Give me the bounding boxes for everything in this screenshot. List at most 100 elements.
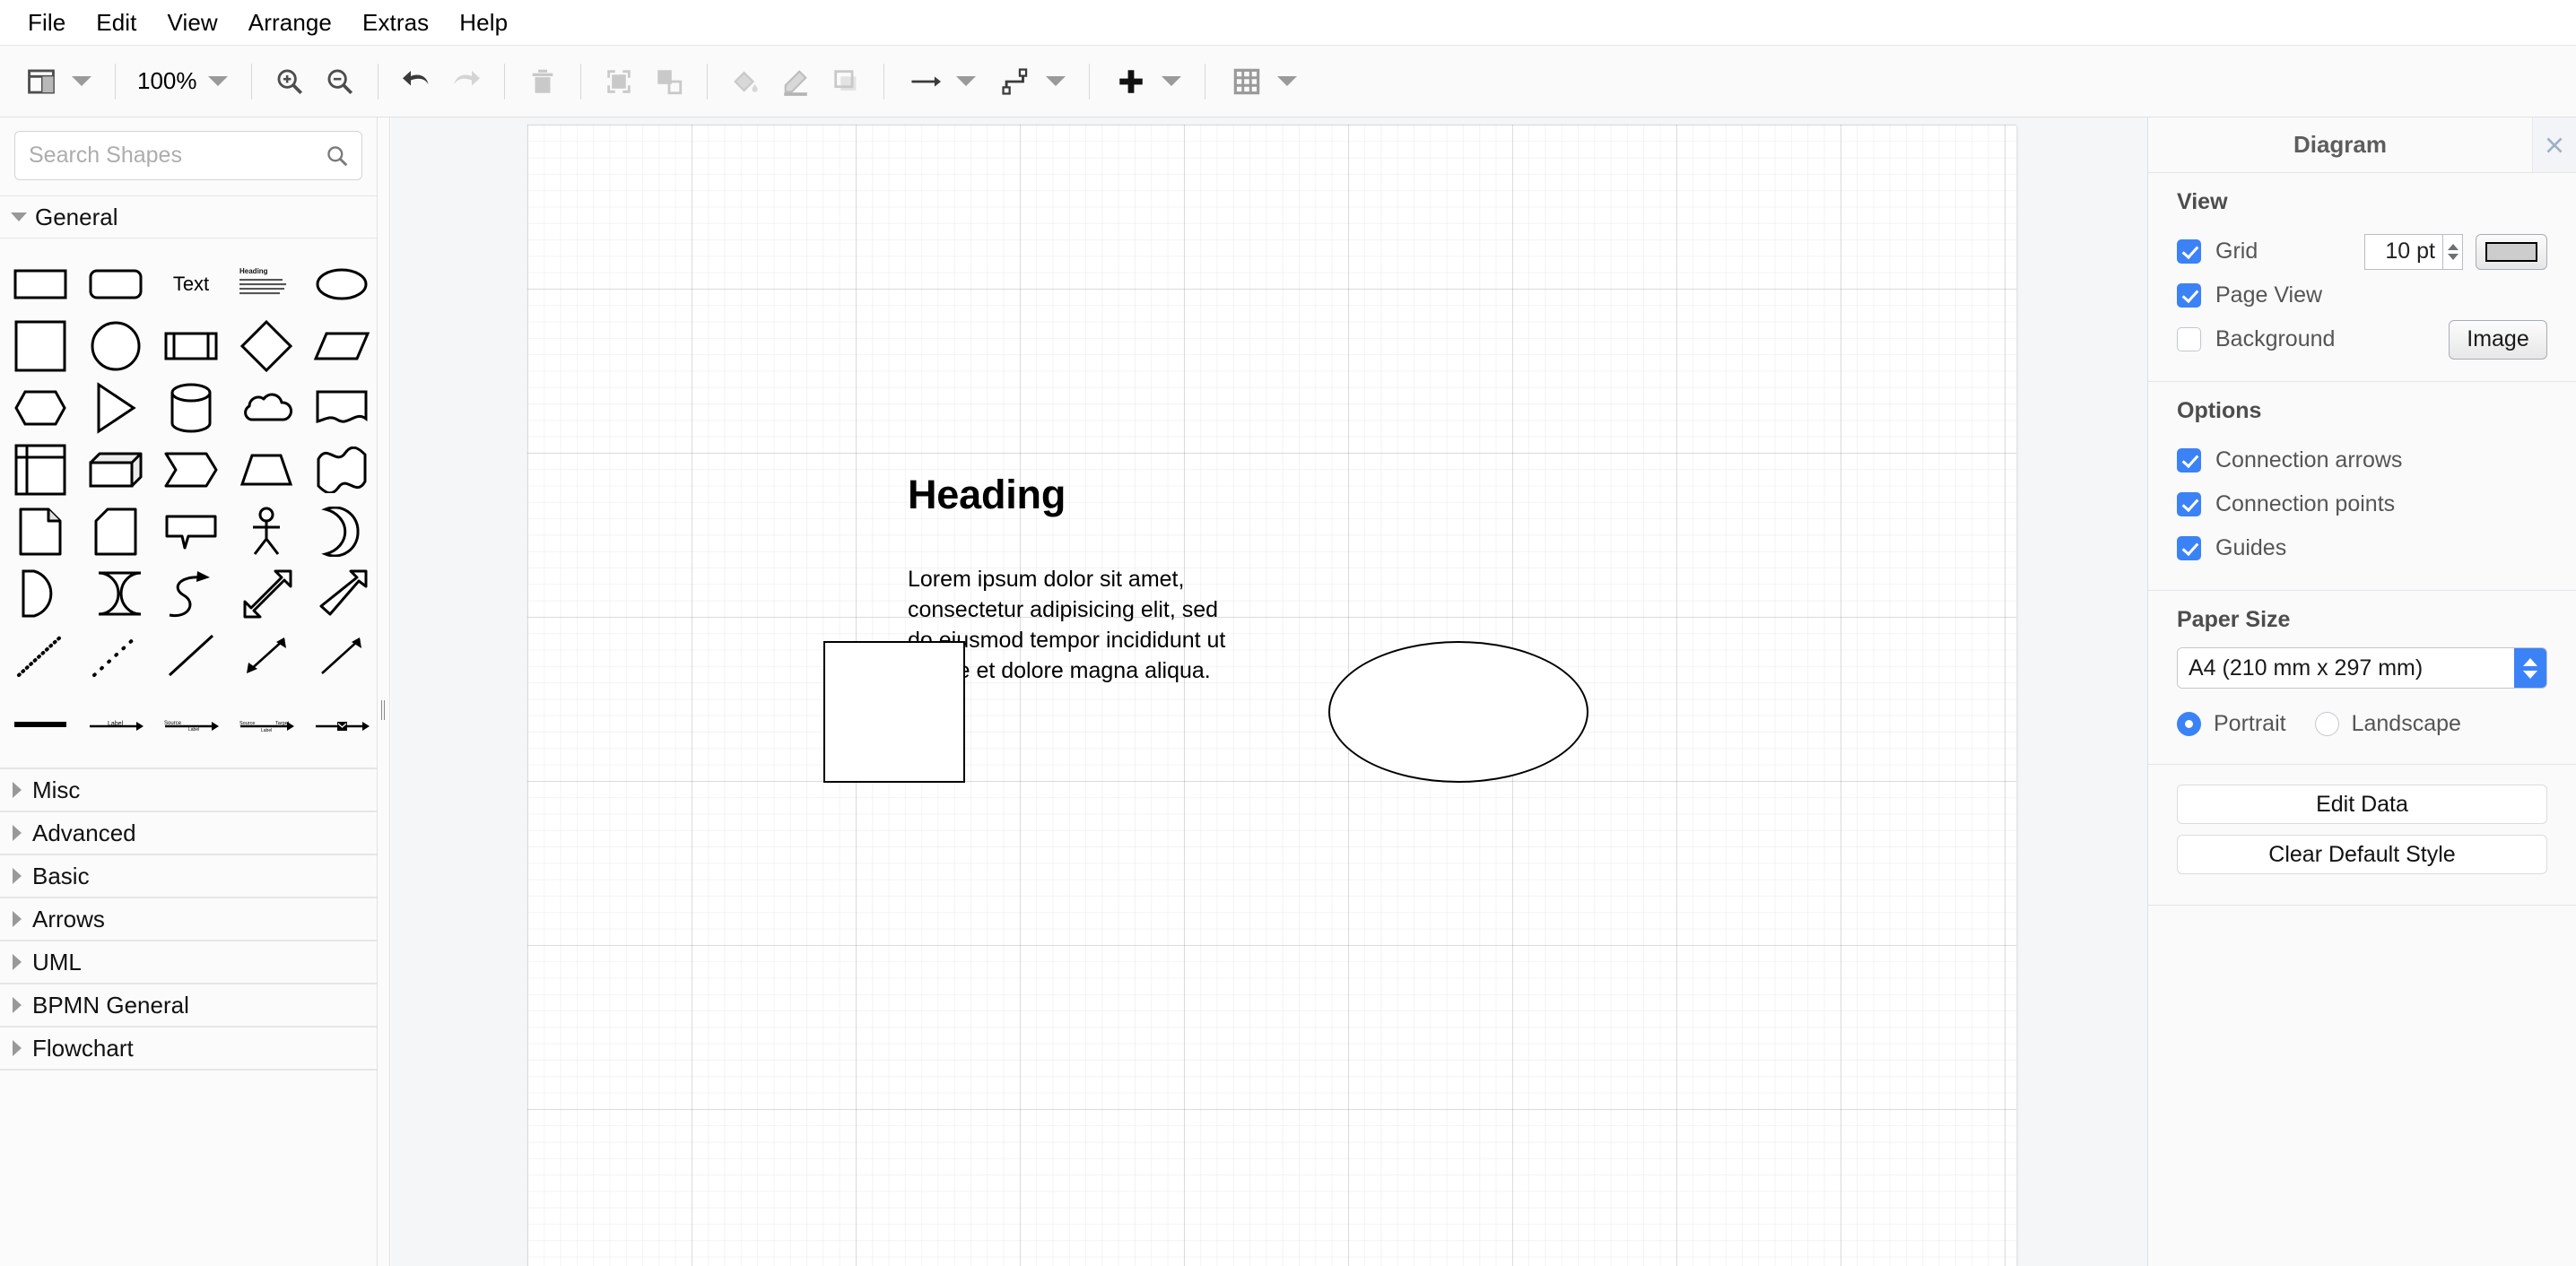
shape-edge-with-symbol[interactable] xyxy=(310,693,373,755)
grid-row: Grid xyxy=(2177,230,2547,273)
shape-text[interactable]: Text xyxy=(160,253,222,315)
menu-help[interactable]: Help xyxy=(444,5,523,40)
shape-rectangle[interactable] xyxy=(9,253,72,315)
shape-edge-source-target-label[interactable]: Source Label Target xyxy=(235,693,298,755)
chevron-down-icon xyxy=(1276,76,1297,86)
zoom-dropdown[interactable]: 100% xyxy=(128,56,239,107)
shape-ellipse[interactable] xyxy=(310,253,373,315)
shape-step[interactable] xyxy=(160,438,222,500)
shape-edge-with-label[interactable]: Label xyxy=(84,693,147,755)
sidebar-item-flowchart[interactable]: Flowchart xyxy=(0,1027,377,1070)
canvas-rectangle-shape[interactable] xyxy=(823,641,965,783)
grid-checkbox[interactable] xyxy=(2177,239,2201,264)
shape-curve[interactable] xyxy=(160,562,222,624)
shape-rounded-rectangle[interactable] xyxy=(84,253,147,315)
shape-document[interactable] xyxy=(310,377,373,438)
table-dropdown[interactable] xyxy=(1218,56,1308,107)
clear-default-style-button[interactable]: Clear Default Style xyxy=(2177,835,2547,874)
shape-arrow[interactable] xyxy=(310,562,373,624)
send-to-back-button[interactable] xyxy=(644,56,694,107)
shape-process[interactable] xyxy=(160,315,222,377)
shape-textbox[interactable]: Heading xyxy=(235,253,298,315)
paper-size-select[interactable]: A4 (210 mm x 297 mm) xyxy=(2177,647,2547,689)
shape-data-storage[interactable] xyxy=(84,562,147,624)
sidebar-item-advanced[interactable]: Advanced xyxy=(0,811,377,854)
delete-button[interactable] xyxy=(518,56,568,107)
zoom-out-button[interactable] xyxy=(315,56,365,107)
guides-checkbox[interactable] xyxy=(2177,536,2201,560)
shape-edge-source-label[interactable]: Source Label xyxy=(160,693,222,755)
connection-style-dropdown[interactable] xyxy=(897,56,987,107)
shape-dashed-line[interactable] xyxy=(84,624,147,686)
shape-internal-storage[interactable] xyxy=(9,438,72,500)
menu-arrange[interactable]: Arrange xyxy=(233,5,347,40)
connection-arrows-checkbox[interactable] xyxy=(2177,448,2201,473)
shape-link[interactable] xyxy=(9,693,72,755)
shape-and[interactable] xyxy=(9,562,72,624)
select-arrows-icon[interactable] xyxy=(2514,648,2546,688)
search-shapes-box[interactable] xyxy=(14,131,362,180)
diagram-page[interactable]: Heading Lorem ipsum dolor sit amet, cons… xyxy=(527,125,2016,1266)
canvas-ellipse-shape[interactable] xyxy=(1328,641,1588,783)
page-view-checkbox[interactable] xyxy=(2177,283,2201,308)
line-color-button[interactable] xyxy=(770,56,821,107)
panel-layout-icon xyxy=(16,56,66,107)
menu-edit[interactable]: Edit xyxy=(81,5,152,40)
sidebar-item-next[interactable] xyxy=(0,1070,377,1113)
close-icon[interactable] xyxy=(2533,117,2576,172)
sidebar-item-bpmn-general[interactable]: BPMN General xyxy=(0,984,377,1027)
shape-cube[interactable] xyxy=(84,438,147,500)
svg-text:Label: Label xyxy=(188,727,199,733)
edit-data-button[interactable]: Edit Data xyxy=(2177,785,2547,824)
shape-directional-connector[interactable] xyxy=(310,624,373,686)
undo-button[interactable] xyxy=(391,56,441,107)
connection-points-checkbox[interactable] xyxy=(2177,492,2201,516)
shape-callout[interactable] xyxy=(160,500,222,562)
shape-actor[interactable] xyxy=(235,500,298,562)
waypoints-dropdown[interactable] xyxy=(987,56,1076,107)
bring-to-front-button[interactable] xyxy=(594,56,644,107)
background-checkbox[interactable] xyxy=(2177,327,2201,351)
search-input[interactable] xyxy=(15,143,361,169)
shape-cylinder[interactable] xyxy=(160,377,222,438)
shadow-button[interactable] xyxy=(821,56,871,107)
canvas-heading-text[interactable]: Heading xyxy=(908,472,1066,518)
redo-button[interactable] xyxy=(441,56,492,107)
grid-color-swatch[interactable] xyxy=(2476,233,2547,270)
shape-note[interactable] xyxy=(9,500,72,562)
shape-tape[interactable] xyxy=(310,438,373,500)
menu-extras[interactable]: Extras xyxy=(347,5,444,40)
shape-parallelogram[interactable] xyxy=(310,315,373,377)
shape-cloud[interactable] xyxy=(235,377,298,438)
shape-bidirectional-arrow[interactable] xyxy=(235,562,298,624)
sidebar-item-basic[interactable]: Basic xyxy=(0,854,377,897)
shape-diamond[interactable] xyxy=(235,315,298,377)
zoom-in-button[interactable] xyxy=(265,56,315,107)
fill-color-button[interactable] xyxy=(720,56,770,107)
shape-square[interactable] xyxy=(9,315,72,377)
menu-view[interactable]: View xyxy=(152,5,233,40)
shape-bidirectional-connector[interactable] xyxy=(235,624,298,686)
shape-hexagon[interactable] xyxy=(9,377,72,438)
shape-card[interactable] xyxy=(84,500,147,562)
background-image-button[interactable]: Image xyxy=(2449,319,2547,360)
shape-trapezoid[interactable] xyxy=(235,438,298,500)
grid-size-stepper[interactable] xyxy=(2443,233,2463,270)
sidebar-item-arrows[interactable]: Arrows xyxy=(0,897,377,941)
shape-triangle[interactable] xyxy=(84,377,147,438)
sidebar-section-general[interactable]: General xyxy=(0,195,377,238)
portrait-radio[interactable] xyxy=(2177,711,2201,736)
sidebar-item-uml[interactable]: UML xyxy=(0,941,377,984)
grid-size-input[interactable] xyxy=(2364,233,2443,270)
landscape-radio[interactable] xyxy=(2314,711,2339,736)
shape-circle[interactable] xyxy=(84,315,147,377)
diagram-canvas[interactable]: Heading Lorem ipsum dolor sit amet, cons… xyxy=(391,117,2147,1266)
sidebar-item-misc[interactable]: Misc xyxy=(0,768,377,811)
shape-dotted-line[interactable] xyxy=(9,624,72,686)
insert-dropdown[interactable] xyxy=(1102,56,1192,107)
sidebar-splitter[interactable] xyxy=(378,117,390,1266)
menu-file[interactable]: File xyxy=(13,5,81,40)
view-layers-button[interactable] xyxy=(13,56,102,107)
shape-line[interactable] xyxy=(160,624,222,686)
shape-or[interactable] xyxy=(310,500,373,562)
